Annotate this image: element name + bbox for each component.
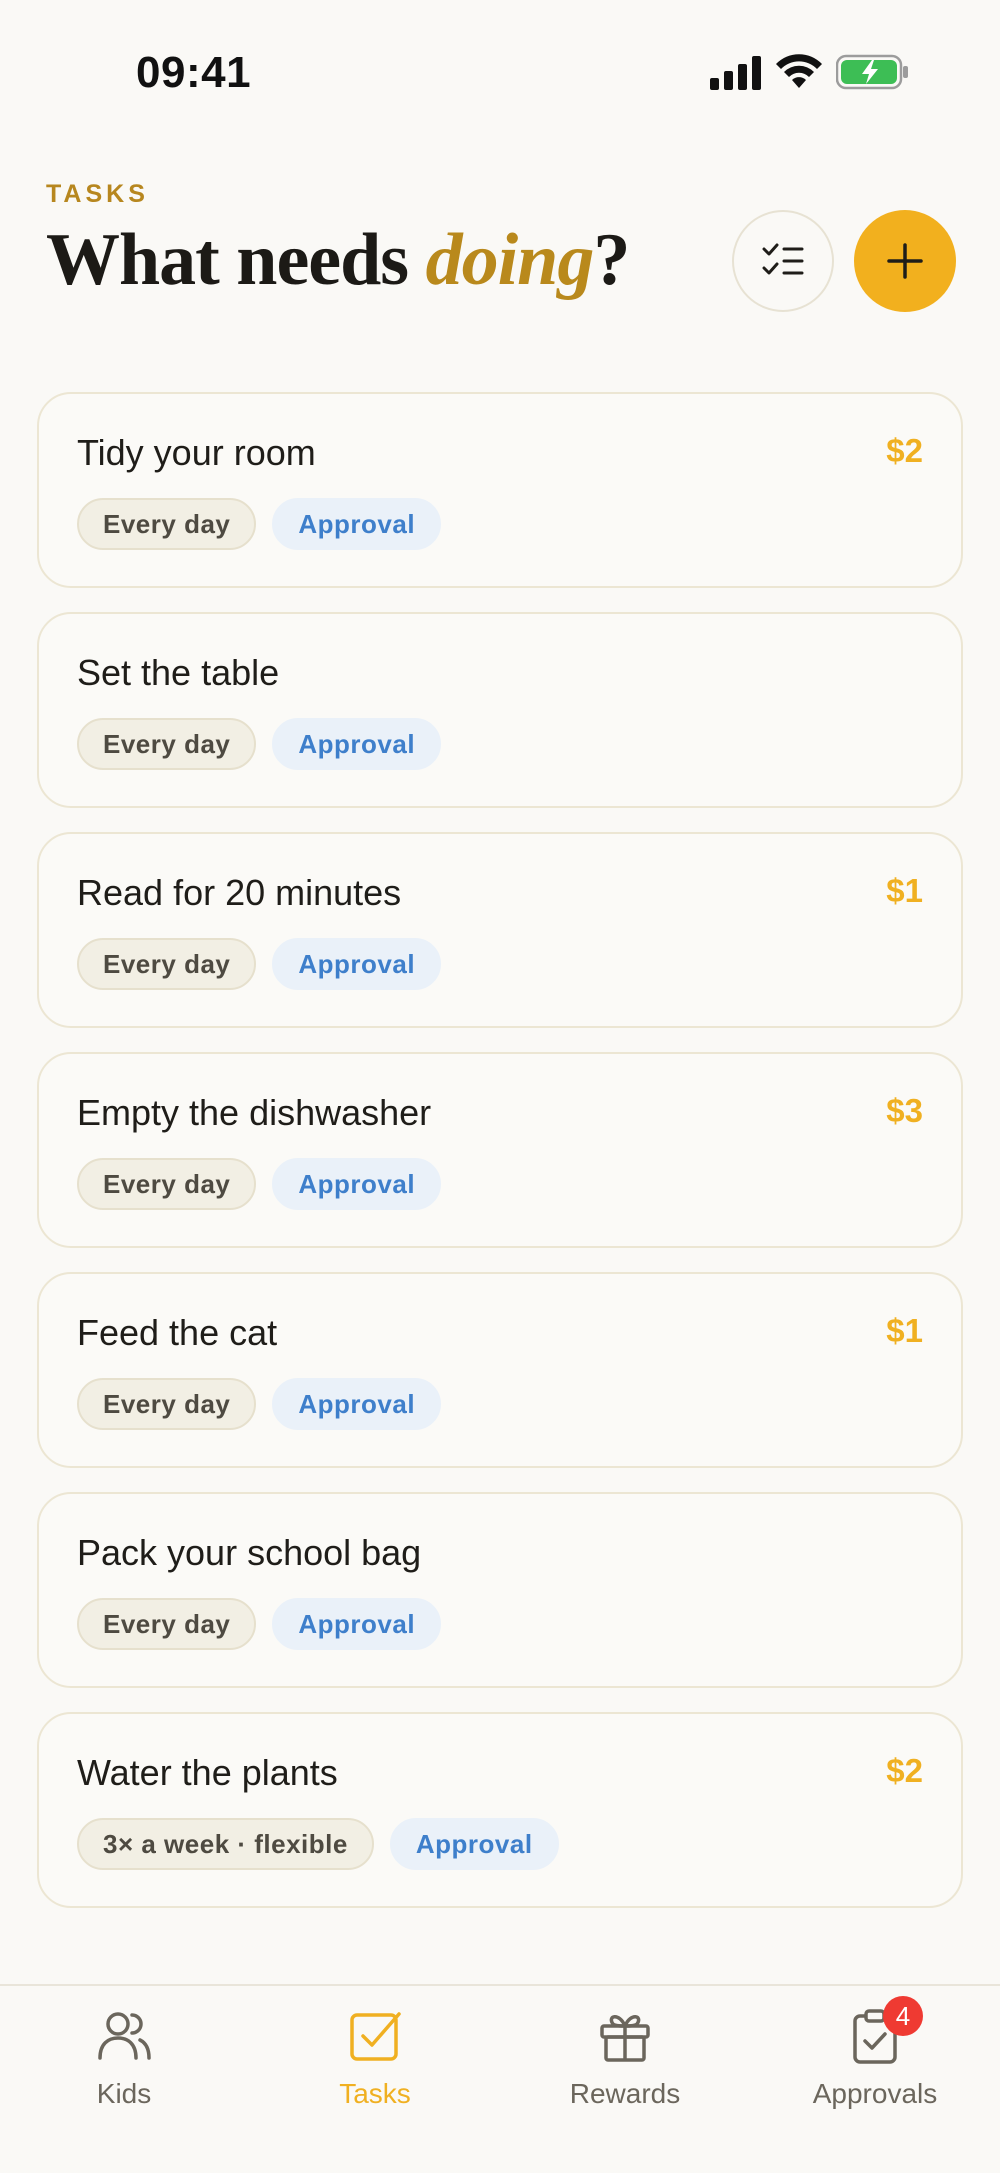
add-task-button[interactable] — [854, 210, 956, 312]
schedule-chip: Every day — [77, 1158, 257, 1210]
task-card[interactable]: Set the table Every day Approval — [37, 612, 963, 808]
task-title: Tidy your room — [77, 432, 316, 473]
task-title: Set the table — [77, 652, 280, 693]
approval-chip: Approval — [272, 1158, 442, 1210]
task-card[interactable]: Empty the dishwasher $3 Every day Approv… — [37, 1052, 963, 1248]
approvals-icon-wrap: 4 — [845, 1996, 923, 2066]
schedule-chip: Every day — [77, 1378, 257, 1430]
task-price: $2 — [886, 1752, 923, 1789]
task-title: Feed the cat — [77, 1312, 278, 1353]
approvals-count-badge: 4 — [883, 1996, 923, 2036]
page-title: What needs doing? — [46, 218, 630, 303]
approval-chip: Approval — [272, 718, 442, 770]
nav-label: Tasks — [339, 2078, 411, 2109]
approval-chip: Approval — [272, 1598, 442, 1650]
task-card[interactable]: Water the plants $2 3× a week · flexible… — [37, 1712, 963, 1908]
nav-item-kids[interactable]: Kids — [24, 2006, 224, 2126]
task-tags: Every day Approval — [77, 718, 442, 770]
task-title: Read for 20 minutes — [77, 872, 402, 913]
plus-icon — [887, 243, 923, 279]
checklist-button[interactable] — [732, 210, 834, 312]
battery-charging-icon — [836, 54, 908, 90]
nav-item-tasks[interactable]: Tasks — [275, 2006, 475, 2126]
task-tags: Every day Approval — [77, 1158, 442, 1210]
page-title-text: What needs — [46, 219, 426, 301]
task-tags: 3× a week · flexible Approval — [77, 1818, 559, 1870]
checklist-icon — [762, 243, 804, 275]
checkbox-icon — [350, 2012, 401, 2061]
task-tags: Every day Approval — [77, 1378, 442, 1430]
wifi-icon — [776, 54, 822, 88]
task-price: $1 — [886, 1312, 923, 1349]
task-price: $1 — [886, 872, 923, 909]
nav-item-rewards[interactable]: Rewards — [525, 2006, 725, 2126]
task-title: Empty the dishwasher — [77, 1092, 432, 1133]
task-card[interactable]: Pack your school bag Every day Approval — [37, 1492, 963, 1688]
users-icon — [98, 2012, 151, 2060]
task-card[interactable]: Read for 20 minutes $1 Every day Approva… — [37, 832, 963, 1028]
schedule-chip: Every day — [77, 938, 257, 990]
nav-label: Rewards — [569, 2078, 681, 2109]
approval-chip: Approval — [272, 938, 442, 990]
status-time: 09:41 — [136, 48, 252, 97]
nav-item-approvals[interactable]: 4 Approvals — [775, 1996, 975, 2126]
page-title-accent: doing — [425, 219, 595, 301]
gift-icon — [600, 2015, 650, 2062]
schedule-chip: Every day — [77, 718, 257, 770]
task-list: Tidy your room $2 Every day Approval Set… — [37, 392, 963, 1932]
task-price: $3 — [886, 1092, 923, 1129]
tasks-screen: 09:41 TASKS What needs doing? Tidy your … — [0, 0, 1000, 2173]
task-tags: Every day Approval — [77, 938, 442, 990]
task-tags: Every day Approval — [77, 1598, 442, 1650]
task-title: Pack your school bag — [77, 1532, 422, 1573]
schedule-chip: 3× a week · flexible — [77, 1818, 374, 1870]
schedule-chip: Every day — [77, 498, 257, 550]
task-price: $2 — [886, 432, 923, 469]
status-bar: 09:41 — [0, 0, 1000, 140]
approval-chip: Approval — [272, 1378, 442, 1430]
task-title: Water the plants — [77, 1752, 338, 1793]
bottom-nav: Kids Tasks Rewards 4 Approvals — [0, 1984, 1000, 2173]
task-tags: Every day Approval — [77, 498, 442, 550]
approval-chip: Approval — [272, 498, 442, 550]
nav-label: Approvals — [812, 2078, 938, 2109]
nav-label: Kids — [96, 2078, 152, 2109]
task-card[interactable]: Feed the cat $1 Every day Approval — [37, 1272, 963, 1468]
approval-chip: Approval — [389, 1818, 559, 1870]
page-title-suffix: ? — [593, 219, 630, 301]
schedule-chip: Every day — [77, 1598, 257, 1650]
cellular-signal-icon — [710, 56, 761, 90]
task-card[interactable]: Tidy your room $2 Every day Approval — [37, 392, 963, 588]
section-eyebrow: TASKS — [46, 180, 149, 208]
